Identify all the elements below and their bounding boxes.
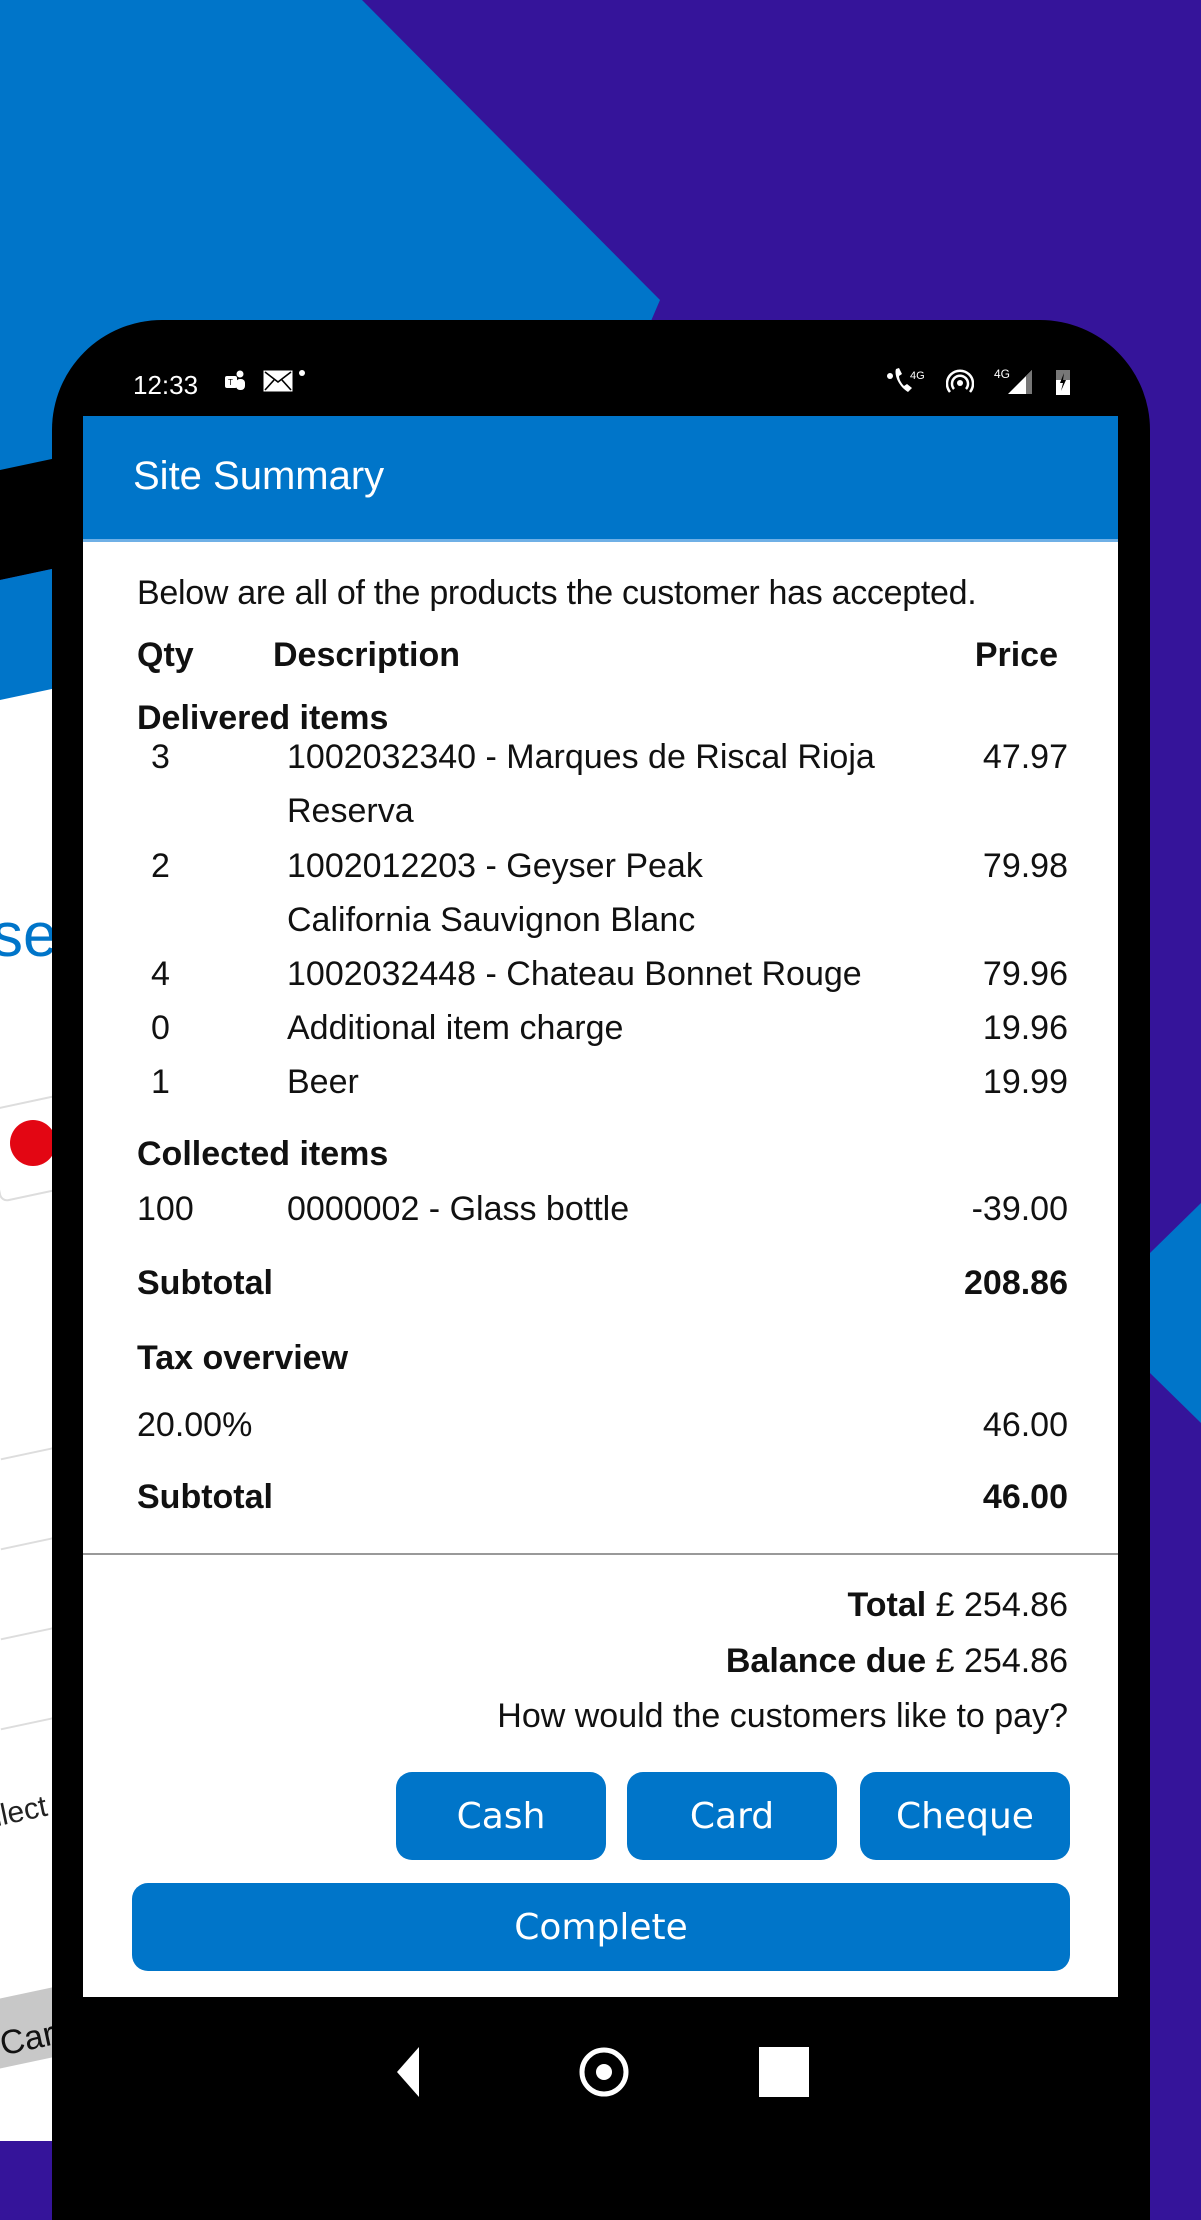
row-description: 0000002 - Glass bottle: [287, 1190, 630, 1228]
teams-icon: T: [225, 370, 245, 390]
status-time: 12:33: [133, 370, 199, 400]
app-screen: Site Summary Below are all of the produc…: [83, 416, 1118, 1997]
column-header-qty: Qty: [137, 636, 194, 674]
back-icon[interactable]: [395, 2047, 421, 2097]
mastercard-logo-icon: [10, 1120, 56, 1166]
row-qty: 0: [151, 1009, 170, 1047]
row-price: -39.00: [971, 1190, 1068, 1228]
row-description: Additional item charge: [287, 1009, 624, 1047]
bg-app-brand-text: se: [0, 901, 58, 970]
page-title: Site Summary: [133, 454, 385, 498]
balance-label: Balance due: [725, 1642, 927, 1680]
app-bar: Site Summary: [83, 416, 1118, 542]
hotspot-icon: [946, 369, 974, 393]
total-value: £ 254.86: [935, 1586, 1068, 1624]
status-bar: 12:33 T 4G 4G: [83, 352, 1118, 416]
card-button[interactable]: Card: [627, 1772, 837, 1860]
balance-line: Balance due £ 254.86: [726, 1642, 1068, 1681]
column-header-price: Price: [974, 636, 1058, 674]
balance-value: £ 254.86: [935, 1642, 1068, 1680]
svg-text:T: T: [228, 378, 233, 387]
complete-button[interactable]: Complete: [132, 1883, 1070, 1971]
tax-overview-title: Tax overview: [137, 1339, 349, 1377]
subtotal-value: 208.86: [964, 1264, 1068, 1302]
tax-rate: 20.00%: [137, 1406, 253, 1444]
battery-charging-icon: [1056, 370, 1070, 395]
row-qty: 2: [151, 847, 170, 885]
status-icons-right: 4G 4G: [886, 366, 1070, 396]
subtotal-label: Subtotal: [137, 1264, 273, 1302]
total-label: Total: [847, 1586, 927, 1624]
notification-dot-icon: [299, 370, 305, 376]
row-price: 19.99: [982, 1063, 1068, 1101]
tax-amount: 46.00: [982, 1406, 1068, 1444]
row-description: 1002012203 - Geyser Peak California Sauv…: [287, 847, 703, 939]
svg-text:4G: 4G: [910, 370, 925, 382]
row-qty: 3: [151, 738, 170, 776]
row-price: 19.96: [982, 1009, 1068, 1047]
row-qty: 100: [137, 1190, 194, 1228]
footer-separator: [83, 1553, 1118, 1555]
mail-icon: [263, 370, 293, 392]
payment-prompt: How would the customers like to pay?: [497, 1697, 1068, 1735]
row-qty: 4: [151, 955, 170, 993]
collected-items-title: Collected items: [137, 1135, 389, 1173]
row-price: 79.98: [982, 847, 1068, 885]
home-icon[interactable]: [577, 2045, 631, 2099]
row-price: 47.97: [982, 738, 1068, 776]
row-qty: 1: [151, 1063, 170, 1101]
svg-text:4G: 4G: [994, 367, 1010, 381]
row-description: 1002032340 - Marques de Riscal Rioja Res…: [287, 738, 875, 830]
4g-signal-icon: 4G: [994, 367, 1032, 394]
cash-button[interactable]: Cash: [396, 1772, 606, 1860]
android-nav-bar: [83, 1997, 1118, 2141]
row-description: 1002032448 - Chateau Bonnet Rouge: [287, 955, 862, 993]
column-header-description: Description: [273, 636, 461, 674]
tax-subtotal-label: Subtotal: [137, 1478, 273, 1516]
tax-subtotal-value: 46.00: [982, 1478, 1068, 1516]
intro-text: Below are all of the products the custom…: [137, 574, 977, 612]
cheque-button[interactable]: Cheque: [860, 1772, 1070, 1860]
total-line: Total £ 254.86: [847, 1586, 1068, 1625]
volte-call-4g-icon: 4G: [887, 368, 925, 392]
row-description: Beer: [287, 1063, 359, 1101]
row-price: 79.96: [982, 955, 1068, 993]
background-purple-stripe: [1150, 0, 1201, 2141]
recents-icon[interactable]: [759, 2047, 809, 2097]
